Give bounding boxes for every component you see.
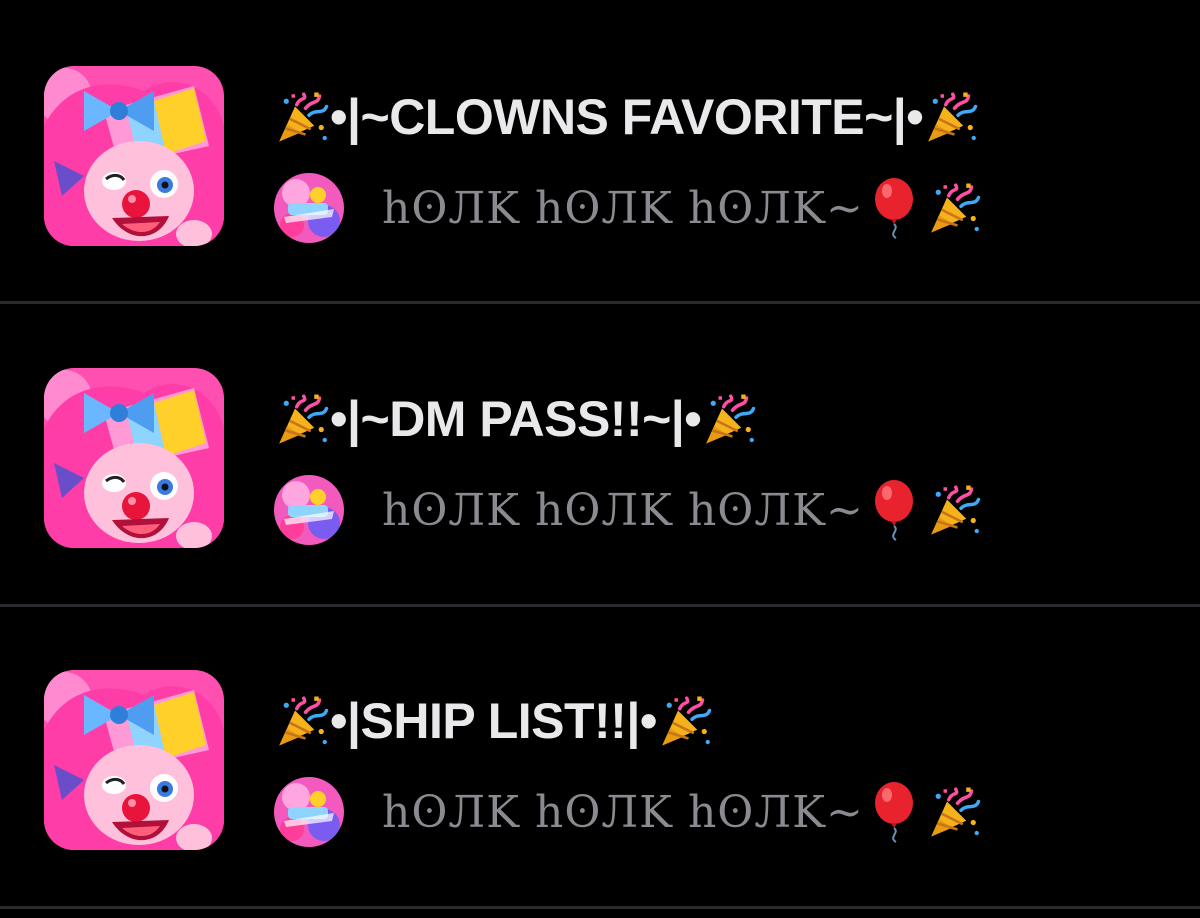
row-divider xyxy=(0,906,1200,909)
balloon-icon xyxy=(870,479,920,541)
chat-title-prefix: •|~ xyxy=(330,391,390,447)
chat-title-prefix: •| xyxy=(330,693,361,749)
chat-title-suffix: ~|• xyxy=(864,89,924,145)
chat-title-suffix: |• xyxy=(626,693,657,749)
chat-title: •| SHIP LIST!! |• xyxy=(274,686,713,756)
sender-avatar-image xyxy=(274,475,344,545)
clown-avatar-image xyxy=(44,368,224,548)
sender-avatar xyxy=(274,475,344,545)
party-popper-icon xyxy=(926,180,982,236)
chat-title: •|~ CLOWNS FAVORITE ~|• xyxy=(274,82,979,152)
chat-title-text: SHIP LIST!! xyxy=(360,693,627,749)
chat-preview: hʘЛK hʘЛK hʘЛK~ xyxy=(274,472,982,548)
chat-preview: hʘЛK hʘЛK hʘЛK~ xyxy=(274,774,982,850)
party-popper-icon xyxy=(274,391,330,447)
chat-title-suffix: ~|• xyxy=(642,391,702,447)
sender-avatar xyxy=(274,777,344,847)
chat-title-text: DM PASS!! xyxy=(389,391,643,447)
party-popper-icon xyxy=(923,89,979,145)
clown-avatar-image xyxy=(44,66,224,246)
chat-avatar xyxy=(44,368,224,548)
party-popper-icon xyxy=(926,784,982,840)
chat-preview-text: hʘЛK hʘЛK hʘЛK~ xyxy=(382,786,864,838)
chat-title-prefix: •|~ xyxy=(330,89,390,145)
chat-avatar xyxy=(44,670,224,850)
clown-avatar-image xyxy=(44,670,224,850)
chat-preview-text: hʘЛK hʘЛK hʘЛK~ xyxy=(382,484,864,536)
chat-title-text: CLOWNS FAVORITE xyxy=(389,89,865,145)
balloon-icon xyxy=(870,177,920,239)
sender-avatar-image xyxy=(274,777,344,847)
chat-avatar xyxy=(44,66,224,246)
chat-row-ship-list[interactable]: •| SHIP LIST!! |• hʘЛK hʘЛK hʘЛK~ xyxy=(0,604,1200,906)
sender-avatar-image xyxy=(274,173,344,243)
chat-preview-text: hʘЛK hʘЛK hʘЛK~ xyxy=(382,182,864,234)
chat-title: •|~ DM PASS!! ~|• xyxy=(274,384,757,454)
chat-list: •|~ CLOWNS FAVORITE ~|• hʘЛK hʘЛK hʘЛK~ … xyxy=(0,0,1200,918)
chat-preview: hʘЛK hʘЛK hʘЛK~ xyxy=(274,170,982,246)
party-popper-icon xyxy=(701,391,757,447)
balloon-icon xyxy=(870,781,920,843)
party-popper-icon xyxy=(926,482,982,538)
party-popper-icon xyxy=(657,693,713,749)
sender-avatar xyxy=(274,173,344,243)
chat-row-clowns-favorite[interactable]: •|~ CLOWNS FAVORITE ~|• hʘЛK hʘЛK hʘЛK~ xyxy=(0,0,1200,302)
party-popper-icon xyxy=(274,89,330,145)
party-popper-icon xyxy=(274,693,330,749)
chat-row-dm-pass[interactable]: •|~ DM PASS!! ~|• hʘЛK hʘЛK hʘЛK~ xyxy=(0,302,1200,604)
